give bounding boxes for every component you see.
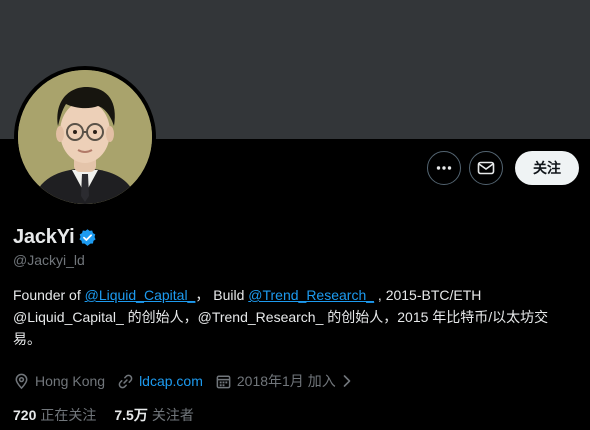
followers-count: 7.5万 xyxy=(114,407,148,423)
profile-name-row: JackYi xyxy=(13,226,97,249)
following-label: 正在关注 xyxy=(40,407,97,423)
bio-line-3: 易。 xyxy=(13,331,41,347)
profile-handle: @Jackyi_ld xyxy=(13,252,85,268)
joined-item[interactable]: 2018年1月 加入 xyxy=(215,371,353,391)
bio-text: , 2015-BTC/ETH xyxy=(374,287,482,303)
chevron-right-icon xyxy=(343,375,351,387)
link-icon xyxy=(118,374,133,388)
more-dots-icon xyxy=(436,166,452,170)
calendar-icon xyxy=(216,375,231,388)
joined-text: 2018年1月 加入 xyxy=(236,373,336,389)
profile-bio: Founder of @Liquid_Capital_， Build @Tren… xyxy=(13,284,573,350)
bio-line-1: Founder of @Liquid_Capital_， Build @Tren… xyxy=(13,284,573,306)
message-button[interactable] xyxy=(469,151,503,185)
profile-stats: 720 正在关注 7.5万 关注者 xyxy=(13,405,212,425)
location-item: Hong Kong xyxy=(13,373,105,390)
followers-label: 关注者 xyxy=(151,407,194,423)
location-pin-icon xyxy=(15,373,28,389)
profile-meta: Hong Kong ldcap.com 2018年1月 加入 xyxy=(13,371,365,391)
location-text: Hong Kong xyxy=(35,373,106,389)
avatar[interactable] xyxy=(18,70,152,204)
mail-icon xyxy=(477,161,495,175)
website-link[interactable]: ldcap.com xyxy=(139,373,203,389)
mention-link[interactable]: @Trend_Research_ xyxy=(248,287,374,303)
bio-text: ， Build xyxy=(195,287,249,303)
bio-line-2: @Liquid_Capital_ 的创始人，@Trend_Research_ 的… xyxy=(13,309,549,325)
follow-button[interactable]: 关注 xyxy=(515,151,579,185)
followers-link[interactable]: 7.5万 关注者 xyxy=(114,405,193,425)
following-count: 720 xyxy=(13,407,37,423)
website-item: ldcap.com xyxy=(117,373,203,390)
bio-text: Founder of xyxy=(13,287,85,303)
avatar-frame xyxy=(14,66,156,208)
verified-badge-icon[interactable] xyxy=(78,228,97,247)
mention-link[interactable]: @Liquid_Capital_ xyxy=(85,287,196,303)
following-link[interactable]: 720 正在关注 xyxy=(13,405,96,425)
display-name: JackYi xyxy=(13,226,75,248)
profile-actions: 关注 xyxy=(427,151,579,185)
more-button[interactable] xyxy=(427,151,461,185)
